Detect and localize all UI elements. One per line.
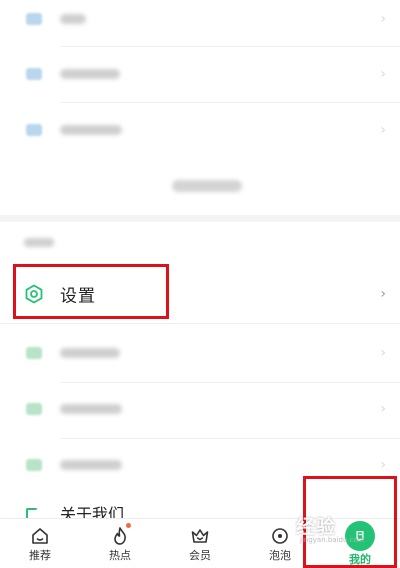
- menu-icon: [26, 68, 42, 80]
- profile-page: › › › 设置 › › › › 关于我们 推荐 热点 会员 泡泡 我的 经验 …: [0, 0, 400, 568]
- menu-row-blurred-3[interactable]: ›: [0, 101, 400, 159]
- chevron-right-icon: ›: [380, 66, 386, 82]
- blurred-label: [60, 14, 86, 24]
- home-icon: [32, 528, 48, 544]
- blurred-label: [60, 69, 120, 79]
- flame-icon: [114, 527, 126, 545]
- chevron-right-icon: ›: [380, 345, 386, 361]
- blurred-label: [60, 460, 122, 470]
- menu-row-blurred-4[interactable]: ›: [0, 324, 400, 382]
- chevron-right-icon: ›: [380, 122, 386, 138]
- blurred-label: [60, 348, 120, 358]
- menu-icon: [26, 403, 42, 415]
- show-more-button[interactable]: [172, 180, 242, 192]
- blurred-label: [60, 404, 122, 414]
- tab-label: 我的: [349, 553, 371, 566]
- menu-icon: [26, 347, 42, 359]
- blurred-label: [60, 125, 122, 135]
- chevron-right-icon: ›: [380, 401, 386, 417]
- tab-vip[interactable]: 会员: [160, 519, 240, 568]
- chevron-right-icon: ›: [380, 457, 386, 473]
- tab-label: 泡泡: [269, 549, 291, 562]
- tab-label: 会员: [189, 549, 211, 562]
- menu-row-blurred-6[interactable]: ›: [0, 436, 400, 494]
- crown-icon: [191, 529, 209, 543]
- watermark-text: 经验: [296, 516, 337, 538]
- menu-row-blurred-5[interactable]: ›: [0, 380, 400, 438]
- settings-label: 设置: [60, 286, 96, 307]
- bubble-icon: [272, 528, 288, 544]
- section-label: [24, 238, 54, 247]
- tab-label: 推荐: [29, 549, 51, 562]
- chevron-right-icon: ›: [380, 286, 386, 302]
- menu-row-blurred-2[interactable]: ›: [0, 45, 400, 103]
- tab-recommend[interactable]: 推荐: [0, 519, 80, 568]
- menu-row-blurred-1[interactable]: ›: [0, 0, 400, 48]
- menu-icon: [26, 124, 42, 136]
- menu-icon: [26, 13, 42, 25]
- settings-row[interactable]: 设置 ›: [0, 266, 400, 322]
- settings-hexagon-icon: [25, 284, 43, 304]
- tab-label: 热点: [109, 549, 131, 562]
- tab-hot[interactable]: 热点: [80, 519, 160, 568]
- menu-icon: [26, 459, 42, 471]
- chevron-right-icon: ›: [380, 11, 386, 27]
- watermark-url: jingyan.baidu.com: [300, 536, 365, 544]
